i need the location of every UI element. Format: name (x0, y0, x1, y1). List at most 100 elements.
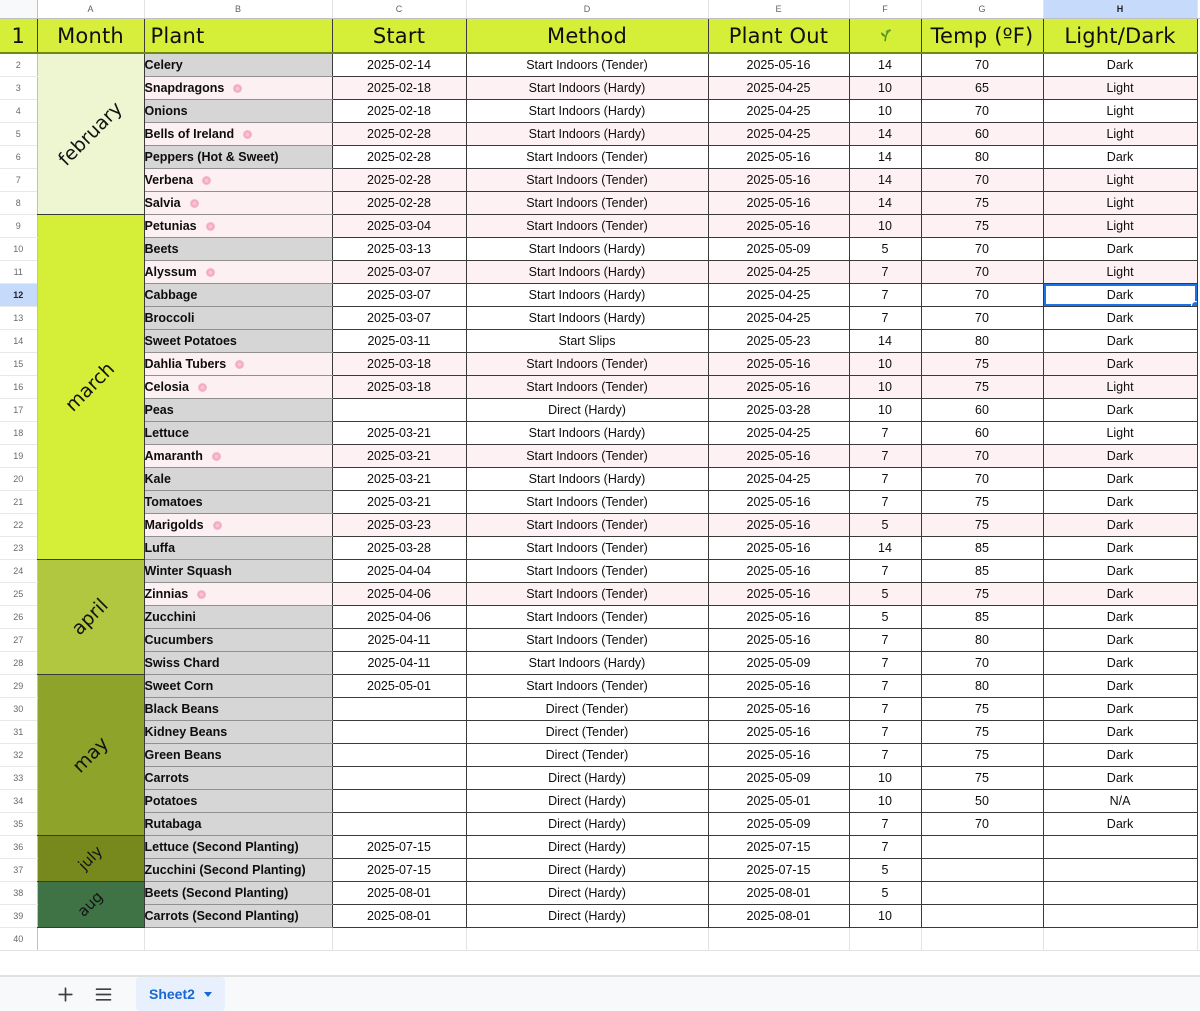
row-header-4[interactable]: 4 (0, 99, 38, 123)
plant-cell[interactable]: Broccoli (143, 306, 333, 330)
plant-cell[interactable]: Luffa (143, 536, 333, 560)
table-row[interactable]: 36 july Lettuce (Second Planting) 2025-07-1… (0, 835, 1200, 882)
row-header-1[interactable]: 1 (0, 18, 38, 54)
table-row[interactable]: 7 Verbena 2025-02-28 Start Indoors (Tender)… (0, 168, 1200, 192)
column-header-b[interactable]: B (144, 0, 333, 19)
table-row[interactable]: 4 Onions 2025-02-18 Start Indoors (Hardy) 20… (0, 99, 1200, 123)
month-cell-april[interactable]: april (36, 559, 145, 675)
row-header-23[interactable]: 23 (0, 536, 38, 560)
plant-cell[interactable]: Peppers (Hot & Sweet) (143, 145, 333, 169)
row-header-13[interactable]: 13 (0, 306, 38, 330)
light-dark-cell[interactable]: Light (1043, 191, 1198, 215)
depth-cell[interactable]: 5 (849, 605, 922, 629)
depth-cell[interactable]: 5 (849, 237, 922, 261)
table-row[interactable]: 31 Kidney Beans Direct (Tender) 2025-05-16 7… (0, 720, 1200, 744)
plant-cell[interactable]: Peas (143, 398, 333, 422)
table-row[interactable]: 15 Dahlia Tubers 2025-03-18 Start Indoors (… (0, 352, 1200, 376)
method-cell[interactable]: Direct (Tender) (466, 697, 709, 721)
plant-cell[interactable]: Beets (Second Planting) (143, 881, 333, 905)
start-cell[interactable]: 2025-02-28 (332, 168, 467, 192)
plant-out-cell[interactable]: 2025-05-16 (708, 628, 850, 652)
light-dark-cell[interactable]: Dark (1043, 513, 1198, 537)
depth-cell[interactable]: 7 (849, 421, 922, 445)
depth-cell[interactable]: 7 (849, 743, 922, 767)
start-cell[interactable]: 2025-03-18 (332, 375, 467, 399)
row-header-34[interactable]: 34 (0, 789, 38, 813)
table-row[interactable]: 17 Peas Direct (Hardy) 2025-03-28 10 60 Dark (0, 398, 1200, 422)
row-header-7[interactable]: 7 (0, 168, 38, 192)
light-dark-cell[interactable]: Dark (1043, 628, 1198, 652)
temp-cell[interactable]: 75 (921, 352, 1044, 376)
all-sheets-button[interactable] (84, 977, 122, 1011)
plant-cell[interactable]: Winter Squash (143, 559, 333, 583)
plant-cell[interactable]: Salvia (143, 191, 333, 215)
plant-cell[interactable]: Petunias (143, 214, 333, 238)
start-cell[interactable]: 2025-03-18 (332, 352, 467, 376)
table-row[interactable]: 34 Potatoes Direct (Hardy) 2025-05-01 10 50 N/… (0, 789, 1200, 813)
depth-cell[interactable]: 7 (849, 674, 922, 698)
start-cell[interactable]: 2025-04-11 (332, 651, 467, 675)
plant-out-cell[interactable]: 2025-05-23 (708, 329, 850, 353)
method-cell[interactable]: Direct (Hardy) (466, 766, 709, 790)
light-dark-cell[interactable]: Dark (1043, 237, 1198, 261)
method-cell[interactable]: Start Indoors (Hardy) (466, 122, 709, 146)
header-cell-start[interactable]: Start (332, 18, 467, 54)
temp-cell[interactable]: 85 (921, 605, 1044, 629)
row-header-19[interactable]: 19 (0, 444, 38, 468)
row-header-8[interactable]: 8 (0, 191, 38, 215)
column-header-g[interactable]: G (921, 0, 1044, 19)
table-row[interactable]: 20 Kale 2025-03-21 Start Indoors (Hardy) 202… (0, 467, 1200, 491)
row-header-33[interactable]: 33 (0, 766, 38, 790)
temp-cell[interactable]: 75 (921, 513, 1044, 537)
plant-cell[interactable]: Tomatoes (143, 490, 333, 514)
light-dark-cell[interactable]: Dark (1043, 490, 1198, 514)
light-dark-cell[interactable]: Dark (1043, 145, 1198, 169)
plant-cell[interactable]: Sweet Potatoes (143, 329, 333, 353)
table-row[interactable]: 6 Peppers (Hot & Sweet) 2025-02-28 Start In… (0, 145, 1200, 169)
start-cell[interactable] (332, 398, 467, 422)
temp-cell[interactable]: 60 (921, 122, 1044, 146)
depth-cell[interactable]: 7 (849, 628, 922, 652)
light-dark-cell[interactable]: Dark (1043, 467, 1198, 491)
plant-out-cell[interactable]: 2025-07-15 (708, 858, 850, 882)
row-header-31[interactable]: 31 (0, 720, 38, 744)
method-cell[interactable]: Start Indoors (Tender) (466, 214, 709, 238)
method-cell[interactable]: Start Indoors (Tender) (466, 352, 709, 376)
method-cell[interactable]: Start Indoors (Tender) (466, 375, 709, 399)
row-header-24[interactable]: 24 (0, 559, 38, 583)
row-header-14[interactable]: 14 (0, 329, 38, 353)
temp-cell[interactable]: 70 (921, 53, 1044, 77)
depth-cell[interactable]: 10 (849, 76, 922, 100)
light-dark-cell[interactable]: Dark (1043, 559, 1198, 583)
light-dark-cell[interactable]: Dark (1043, 444, 1198, 468)
row-header-20[interactable]: 20 (0, 467, 38, 491)
plant-cell[interactable]: Lettuce (Second Planting) (143, 835, 333, 859)
temp-cell[interactable]: 75 (921, 191, 1044, 215)
temp-cell[interactable]: 70 (921, 168, 1044, 192)
plant-out-cell[interactable]: 2025-05-16 (708, 145, 850, 169)
method-cell[interactable]: Start Indoors (Tender) (466, 444, 709, 468)
empty-cell[interactable] (708, 927, 850, 951)
row-header-32[interactable]: 32 (0, 743, 38, 767)
light-dark-cell[interactable]: Dark (1043, 283, 1198, 307)
start-cell[interactable]: 2025-03-21 (332, 467, 467, 491)
column-header-f[interactable]: F (849, 0, 922, 19)
plant-out-cell[interactable]: 2025-04-25 (708, 260, 850, 284)
start-cell[interactable] (332, 720, 467, 744)
header-cell-temp[interactable]: Temp (ºF) (921, 18, 1044, 54)
plant-out-cell[interactable]: 2025-05-01 (708, 789, 850, 813)
temp-cell[interactable]: 70 (921, 260, 1044, 284)
row-header-35[interactable]: 35 (0, 812, 38, 836)
row-header-12[interactable]: 12 (0, 283, 38, 307)
table-row[interactable]: 38 aug Beets (Second Planting) 2025-08-01 Di… (0, 881, 1200, 928)
temp-cell[interactable] (921, 904, 1044, 928)
depth-cell[interactable]: 7 (849, 490, 922, 514)
light-dark-cell[interactable]: Dark (1043, 582, 1198, 606)
temp-cell[interactable]: 75 (921, 720, 1044, 744)
start-cell[interactable]: 2025-05-01 (332, 674, 467, 698)
temp-cell[interactable]: 75 (921, 697, 1044, 721)
table-row[interactable]: 33 Carrots Direct (Hardy) 2025-05-09 10 75 Dar… (0, 766, 1200, 790)
start-cell[interactable]: 2025-02-28 (332, 191, 467, 215)
plant-out-cell[interactable]: 2025-05-16 (708, 513, 850, 537)
plant-cell[interactable]: Amaranth (143, 444, 333, 468)
